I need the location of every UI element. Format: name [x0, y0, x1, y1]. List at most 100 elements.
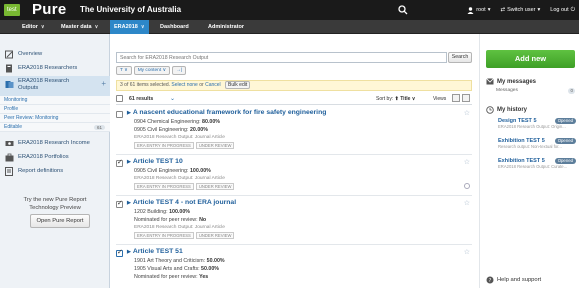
- promo-line-1: Try the new Pure Report: [23, 197, 87, 203]
- result-item: ▶Article TEST 10 0905 Civil Engineering:…: [116, 158, 472, 194]
- results-header: 61 results ⌄ Sort by: ⬆ Title ∨ Views: [116, 93, 472, 105]
- result-title[interactable]: ▶ Article TEST 4 - not ERA journal: [127, 199, 236, 206]
- outputs-icon: [5, 81, 14, 88]
- status-badge: UNDER REVIEW: [195, 183, 235, 190]
- left-sidebar: Overview ERA2018 Researchers ERA2018 Res…: [0, 34, 110, 288]
- divider: [116, 154, 472, 155]
- chevron-down-icon: ▾: [537, 7, 541, 13]
- filter-toggle-chip[interactable]: →|: [172, 66, 187, 75]
- help-and-support-link[interactable]: ? Help and support: [486, 276, 541, 284]
- sidebar-item-research-income[interactable]: ERA2018 Research Income: [0, 137, 110, 149]
- result-title[interactable]: ▶ A nascent educational framework for fir…: [127, 109, 326, 116]
- list-view-icon[interactable]: [452, 94, 460, 102]
- sidebar-item-research-outputs[interactable]: ERA2018 Research Outputs +: [0, 76, 110, 96]
- select-all-checkbox[interactable]: [116, 95, 123, 102]
- result-checkbox[interactable]: [116, 111, 123, 118]
- bulk-edit-button[interactable]: Bulk edit: [225, 81, 251, 89]
- messages-count: 0: [568, 88, 575, 94]
- classification-code: 0904 Chemical Engineering:: [134, 119, 201, 125]
- sidebar-item-portfolios[interactable]: ERA2018 Portfolios: [0, 151, 110, 163]
- star-icon[interactable]: ☆: [464, 199, 470, 207]
- star-icon[interactable]: ☆: [464, 158, 470, 166]
- nav-era2018[interactable]: ERA2018 ∨: [110, 20, 149, 34]
- sidebar-item-researchers[interactable]: ERA2018 Researchers: [0, 62, 110, 74]
- my-messages-header[interactable]: My messages: [486, 78, 536, 85]
- switch-user-label: Switch user: [507, 7, 536, 13]
- search-icon[interactable]: [398, 4, 408, 16]
- messages-icon: [486, 78, 494, 85]
- add-icon[interactable]: +: [101, 79, 106, 88]
- search-button[interactable]: Search: [448, 52, 472, 63]
- logout-link[interactable]: Log out ⏻: [550, 7, 575, 14]
- grid-view-icon[interactable]: [462, 94, 470, 102]
- history-item[interactable]: Exhibition TEST 5 Research output: Non-t…: [498, 138, 576, 149]
- history-icon: [486, 106, 494, 114]
- sidebar-item-label: Report definitions: [18, 168, 64, 174]
- nav-editor[interactable]: Editor ∨: [18, 20, 49, 34]
- main-navigation: Editor ∨ Master data ∨ ERA2018 ∨ Dashboard …: [0, 20, 579, 34]
- select-none-link[interactable]: Select none: [171, 82, 197, 88]
- sidebar-item-label: ERA2018 Portfolios: [18, 154, 69, 160]
- subitem-label: Monitoring: [4, 97, 28, 103]
- result-item: ▶Article TEST 51 1901 Art Theory and Cri…: [116, 248, 472, 288]
- type-filter-chip[interactable]: T ∨: [116, 66, 132, 75]
- switch-user-menu[interactable]: ⇄ Switch user ▾: [500, 7, 540, 13]
- pure-logo[interactable]: Pure: [32, 1, 67, 19]
- add-new-button[interactable]: Add new: [486, 50, 575, 68]
- editable-count: 61: [93, 125, 105, 130]
- messages-label: Messages: [496, 88, 518, 93]
- results-count: 61 results: [129, 96, 154, 102]
- result-checkbox[interactable]: [116, 248, 123, 257]
- top-header: test Pure The University of Australia ro…: [0, 0, 579, 20]
- result-tags: ERA ENTRY IN PROGRESS UNDER REVIEW: [134, 183, 235, 190]
- expand-icon: ▶: [127, 159, 131, 165]
- result-title-text: Article TEST 10: [132, 158, 183, 165]
- sidebar-subitem-monitoring[interactable]: Monitoring: [0, 96, 110, 105]
- divider: [116, 195, 472, 196]
- nav-dashboard[interactable]: Dashboard: [156, 20, 193, 34]
- clock-icon: [464, 183, 470, 189]
- sidebar-subitem-editable[interactable]: Editable 61: [0, 123, 110, 132]
- result-title[interactable]: ▶ Article TEST 51: [127, 248, 183, 255]
- history-item[interactable]: Exhibition TEST 5 ERA2018 Research Outpu…: [498, 158, 576, 169]
- sidebar-subitem-profile[interactable]: Profile: [0, 105, 110, 114]
- nav-master-data[interactable]: Master data ∨: [57, 20, 102, 34]
- sidebar-item-report-definitions[interactable]: Report definitions: [0, 165, 110, 177]
- star-icon[interactable]: ☆: [464, 248, 470, 256]
- selection-text: 3 of 61 items selected.: [120, 82, 171, 88]
- classification-code: 0905 Civil Engineering:: [134, 168, 189, 174]
- star-icon[interactable]: ☆: [464, 109, 470, 117]
- result-title[interactable]: ▶ Article TEST 10: [127, 158, 183, 165]
- result-checkbox[interactable]: [116, 199, 123, 208]
- result-checkbox[interactable]: [116, 158, 123, 167]
- cancel-selection-link[interactable]: Cancel: [205, 82, 221, 88]
- peer-review-label: Nominated for peer review:: [134, 217, 198, 223]
- my-history-title: My history: [497, 107, 528, 113]
- result-classification: 0905 Civil Engineering: 100.00%: [134, 168, 211, 174]
- sidebar-subitem-peer-review[interactable]: Peer Review: Monitoring: [0, 114, 110, 123]
- chevron-down-icon: ∨: [40, 24, 45, 30]
- sidebar-item-label: Overview: [18, 51, 43, 57]
- label-line-2: Outputs: [18, 85, 39, 91]
- classification-value: 100.00%: [169, 209, 190, 215]
- my-content-filter-chip[interactable]: My content ∨: [133, 66, 170, 75]
- views-label: Views: [433, 96, 447, 102]
- user-menu[interactable]: root ▾: [467, 6, 490, 14]
- history-item[interactable]: Design TEST 5 ERA2018 Research Output: O…: [498, 118, 576, 129]
- open-pure-report-button[interactable]: Open Pure Report: [30, 214, 90, 228]
- sidebar-item-overview[interactable]: Overview: [0, 48, 110, 60]
- nav-administrator[interactable]: Administrator: [204, 20, 248, 34]
- result-classification: 1202 Building: 100.00%: [134, 209, 190, 215]
- result-title-text: A nascent educational framework for fire…: [132, 109, 327, 116]
- peer-review-value: No: [199, 217, 207, 223]
- nav-era2018-label: ERA2018: [114, 24, 138, 30]
- switch-user-icon: ⇄: [500, 7, 506, 13]
- search-input[interactable]: [116, 52, 447, 63]
- history-subtitle: Research output: Non-textual for...: [498, 144, 562, 149]
- sort-control[interactable]: Sort by: ⬆ Title ∨: [376, 96, 415, 102]
- pure-report-promo: Try the new Pure Report Technology Previ…: [0, 196, 110, 212]
- sort-value: ⬆ Title ∨: [394, 96, 416, 102]
- chevron-down-icon[interactable]: ⌄: [170, 95, 175, 102]
- result-title-text: Article TEST 4 - not ERA journal: [132, 199, 237, 206]
- messages-row[interactable]: Messages 0: [496, 88, 575, 95]
